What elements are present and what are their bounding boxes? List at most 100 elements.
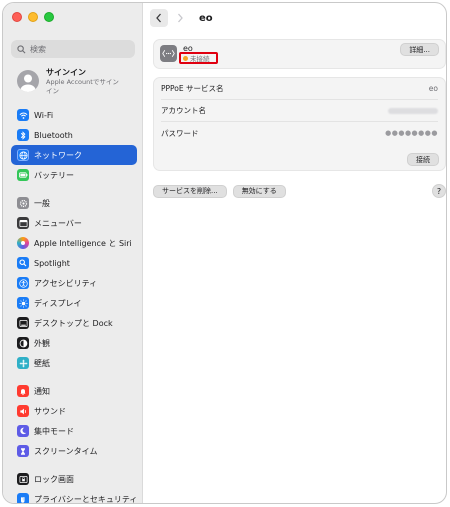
sidebar-item-label: 通知 <box>34 386 50 396</box>
sidebar-item-sound[interactable]: サウンド <box>11 401 137 421</box>
sidebar-item-label: サウンド <box>34 406 66 416</box>
account-signin[interactable]: サインイン Apple Accountでサイン イン <box>17 67 139 97</box>
service-actions: サービスを削除... 無効にする ? <box>153 183 446 199</box>
sidebar-item-battery[interactable]: バッテリー <box>11 165 137 185</box>
sidebar-item-label: スクリーンタイム <box>34 446 98 456</box>
vpn-service-icon <box>160 45 177 62</box>
menubar-icon <box>17 217 29 229</box>
sidebar-item-general[interactable]: 一般 <box>11 193 137 213</box>
sidebar-item-appearance[interactable]: 外観 <box>11 333 137 353</box>
sidebar-item-bluetooth[interactable]: Bluetooth <box>11 125 137 145</box>
pppoe-service-row: PPPoE サービス名 eo <box>161 78 438 100</box>
sidebar-item-network[interactable]: ネットワーク <box>11 145 137 165</box>
toolbar: eo <box>150 9 213 27</box>
row-value[interactable]: eo <box>429 84 438 93</box>
account-name-field[interactable] <box>388 107 438 114</box>
notification-icon <box>17 385 29 397</box>
row-label: パスワード <box>161 128 199 138</box>
account-name-row: アカウント名 <box>161 100 438 122</box>
back-button[interactable] <box>150 9 168 27</box>
password-row: パスワード ●●●●●●●● <box>161 122 438 144</box>
gear-icon <box>17 197 29 209</box>
sound-icon <box>17 405 29 417</box>
sidebar-item-label: メニューバー <box>34 218 82 228</box>
sidebar-item-label: 外観 <box>34 338 50 348</box>
connection-settings: PPPoE サービス名 eo アカウント名 パスワード ●●●●●●●● 接続 <box>153 77 446 171</box>
chevron-left-icon <box>156 13 161 23</box>
disable-button[interactable]: 無効にする <box>232 184 286 198</box>
bluetooth-icon <box>17 129 29 141</box>
status-dot-icon <box>183 55 188 61</box>
help-button[interactable]: ? <box>432 184 446 198</box>
avatar <box>17 70 39 92</box>
account-subtitle-line2: イン <box>46 86 59 95</box>
account-title: サインイン <box>46 68 86 77</box>
window-controls <box>12 12 54 22</box>
display-icon <box>17 297 29 309</box>
settings-window: 検索 サインイン Apple Accountでサイン イン Wi-Fi Blue… <box>2 2 447 504</box>
chevron-right-icon <box>178 13 183 23</box>
details-button[interactable]: 詳細... <box>400 43 439 56</box>
minimize-window-button[interactable] <box>28 12 38 22</box>
lock-screen-icon <box>17 473 29 485</box>
password-field[interactable]: ●●●●●●●● <box>385 129 438 137</box>
connect-button[interactable]: 接続 <box>407 153 439 166</box>
sidebar-item-wallpaper[interactable]: 壁紙 <box>11 353 137 373</box>
main-content: eo eo 未接続 詳細... PPPoE サービス名 eo アカウント名 パス… <box>143 3 446 503</box>
appearance-icon <box>17 337 29 349</box>
close-window-button[interactable] <box>12 12 22 22</box>
sidebar-item-menubar[interactable]: メニューバー <box>11 213 137 233</box>
dock-icon <box>17 317 29 329</box>
sidebar-item-accessibility[interactable]: アクセシビリティ <box>11 273 137 293</box>
sidebar-item-label: ロック画面 <box>34 474 74 484</box>
sidebar-item-label: プライバシーとセキュリティ <box>34 494 138 504</box>
sidebar-item-label: デスクトップと Dock <box>34 318 113 328</box>
siri-icon <box>17 237 29 249</box>
sidebar-item-label: ネットワーク <box>34 150 82 160</box>
status-text: 未接続 <box>190 55 210 63</box>
status-indicator: 未接続 <box>179 52 218 64</box>
sidebar-item-screentime[interactable]: スクリーンタイム <box>11 441 137 461</box>
wallpaper-icon <box>17 357 29 369</box>
forward-button[interactable] <box>171 9 189 27</box>
sidebar-item-notifications[interactable]: 通知 <box>11 381 137 401</box>
screentime-icon <box>17 445 29 457</box>
delete-service-button[interactable]: サービスを削除... <box>153 184 227 198</box>
sidebar-item-label: ディスプレイ <box>34 298 82 308</box>
accessibility-icon <box>17 277 29 289</box>
row-label: アカウント名 <box>161 106 206 115</box>
sidebar-item-label: アクセシビリティ <box>34 278 98 288</box>
sidebar-item-wifi[interactable]: Wi-Fi <box>11 105 137 125</box>
sidebar-item-label: 集中モード <box>34 426 74 436</box>
zoom-window-button[interactable] <box>44 12 54 22</box>
service-card: eo 未接続 詳細... <box>153 39 446 69</box>
sidebar-item-spotlight[interactable]: Spotlight <box>11 253 137 273</box>
spotlight-icon <box>17 257 29 269</box>
focus-icon <box>17 425 29 437</box>
search-icon <box>17 44 26 53</box>
sidebar-item-display[interactable]: ディスプレイ <box>11 293 137 313</box>
globe-icon <box>17 149 29 161</box>
search-placeholder: 検索 <box>30 44 46 54</box>
battery-icon <box>17 169 29 181</box>
sidebar-item-privacy[interactable]: プライバシーとセキュリティ <box>11 489 138 504</box>
search-field[interactable]: 検索 <box>11 40 135 58</box>
sidebar-nav: Wi-Fi Bluetooth ネットワーク バッテリー 一般 メニューバー A… <box>11 105 138 504</box>
account-subtitle-line1: Apple Accountでサイン <box>46 78 119 86</box>
wifi-icon <box>17 109 29 121</box>
sidebar-item-label: Bluetooth <box>34 130 73 140</box>
sidebar-item-desktop-dock[interactable]: デスクトップと Dock <box>11 313 137 333</box>
privacy-icon <box>17 493 29 503</box>
sidebar-item-lockscreen[interactable]: ロック画面 <box>11 469 137 489</box>
row-label: PPPoE サービス名 <box>161 84 224 93</box>
sidebar-item-focus[interactable]: 集中モード <box>11 421 137 441</box>
sidebar-item-label: 一般 <box>34 198 50 208</box>
sidebar: 検索 サインイン Apple Accountでサイン イン Wi-Fi Blue… <box>3 3 143 503</box>
person-icon <box>20 74 36 92</box>
sidebar-item-label: 壁紙 <box>34 358 50 368</box>
page-title: eo <box>199 12 213 24</box>
sidebar-item-label: Spotlight <box>34 258 70 268</box>
sidebar-item-label: Apple Intelligence と Siri <box>34 238 132 248</box>
sidebar-item-label: バッテリー <box>34 170 74 180</box>
sidebar-item-siri[interactable]: Apple Intelligence と Siri <box>11 233 137 253</box>
